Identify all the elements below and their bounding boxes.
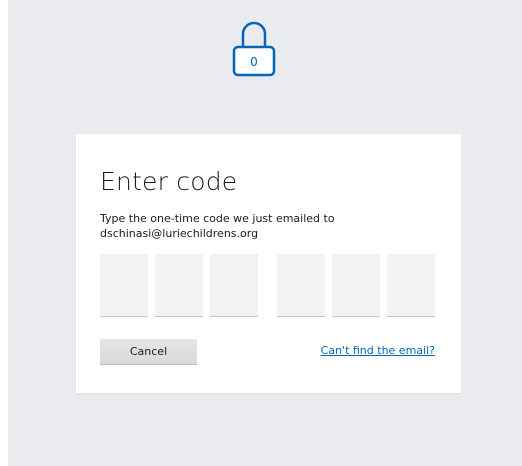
code-digit-6-input[interactable] xyxy=(387,254,435,317)
code-digit-1-input[interactable] xyxy=(100,254,148,317)
instruction-text: Type the one-time code we just emailed t… xyxy=(100,211,400,241)
cancel-button[interactable]: Cancel xyxy=(100,339,197,365)
code-digit-3-input[interactable] xyxy=(210,254,258,317)
dialog-title: Enter code xyxy=(100,167,238,196)
code-digit-5-input[interactable] xyxy=(332,254,380,317)
email-address: dschinasi@luriechildrens.org xyxy=(100,227,259,240)
code-input-group xyxy=(100,254,436,318)
lock-icon: 0 xyxy=(232,21,276,77)
code-digit-2-input[interactable] xyxy=(155,254,203,317)
cant-find-email-link[interactable]: Can't find the email? xyxy=(321,344,435,357)
enter-code-dialog: Enter code Type the one-time code we jus… xyxy=(76,134,461,393)
code-digit-4-input[interactable] xyxy=(277,254,325,317)
lock-digit: 0 xyxy=(250,55,258,69)
instruction-line: Type the one-time code we just emailed t… xyxy=(100,212,335,225)
